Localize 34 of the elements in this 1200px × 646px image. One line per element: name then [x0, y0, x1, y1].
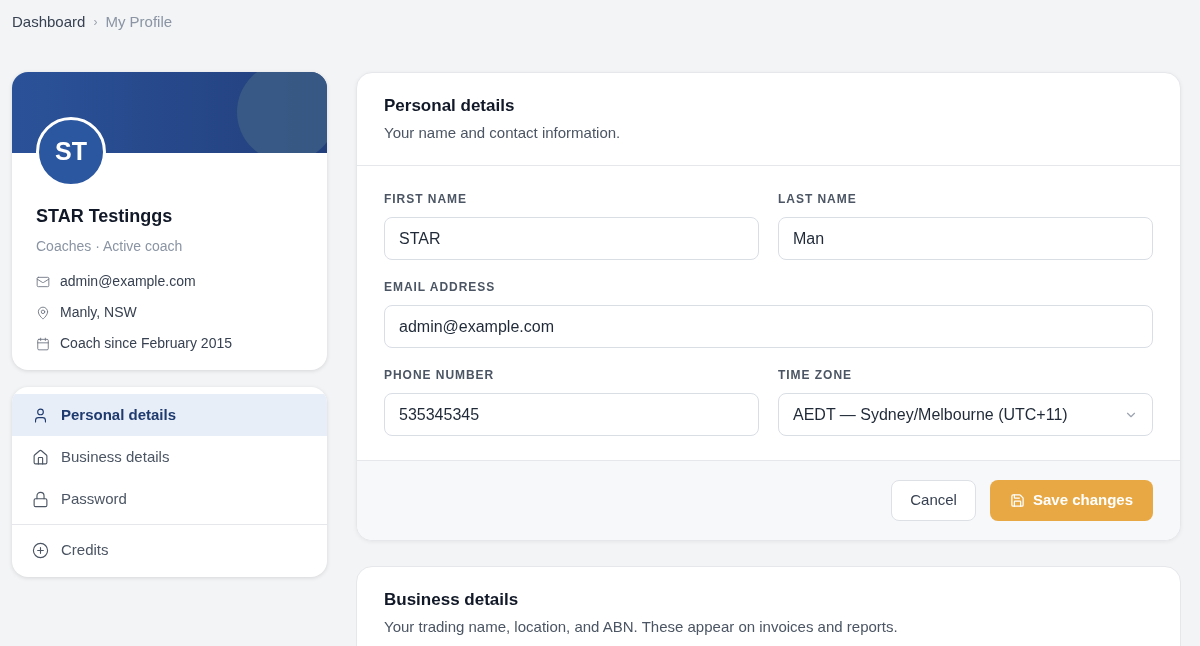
profile-detail: admin@example.com: [60, 272, 196, 291]
section-subtitle: Your name and contact information.: [384, 122, 622, 143]
field-label: EMAIL ADDRESS: [384, 279, 497, 296]
time-zone-select[interactable]: AEDT — Sydney/Melbourne (UTC+11): [778, 393, 1153, 436]
section-title: Business details: [384, 589, 520, 611]
input-field[interactable]: STAR: [384, 217, 759, 260]
section-title: Personal details: [384, 95, 516, 117]
plus-circle-icon: [32, 541, 49, 559]
profile-role: Coaches · Active coach: [36, 237, 184, 256]
input-field[interactable]: admin@example.com: [384, 305, 1153, 348]
field-label: FIRST NAME: [384, 191, 468, 208]
breadcrumb-separator: ›: [93, 14, 98, 31]
profile-name: STAR Testinggs: [36, 205, 174, 228]
profile-detail: Coach since February 2015: [60, 334, 232, 353]
map-pin-icon: [36, 305, 50, 320]
nav-item[interactable]: Personal details: [12, 394, 327, 436]
field-label: LAST NAME: [778, 191, 858, 208]
profile-detail: Manly, NSW: [60, 303, 137, 322]
save-icon: [1009, 493, 1025, 508]
input-field[interactable]: Man: [778, 217, 1153, 260]
field-label: PHONE NUMBER: [384, 367, 496, 384]
nav-item[interactable]: Business details: [12, 436, 327, 478]
lock-icon: [32, 490, 49, 508]
input-field[interactable]: 535345345: [384, 393, 759, 436]
section-subtitle: Your trading name, location, and ABN. These appear on invoices and reports.: [384, 616, 899, 637]
field-label: TIME ZONE: [778, 367, 853, 384]
house-icon: [32, 448, 49, 466]
user-icon: [32, 406, 49, 424]
nav-item[interactable]: Credits: [12, 529, 327, 571]
cancel-button[interactable]: Cancel: [891, 480, 976, 521]
mail-icon: [36, 274, 50, 289]
nav-item[interactable]: Password: [12, 478, 327, 520]
breadcrumb-link[interactable]: Dashboard: [12, 10, 86, 34]
calendar-icon: [36, 336, 50, 351]
